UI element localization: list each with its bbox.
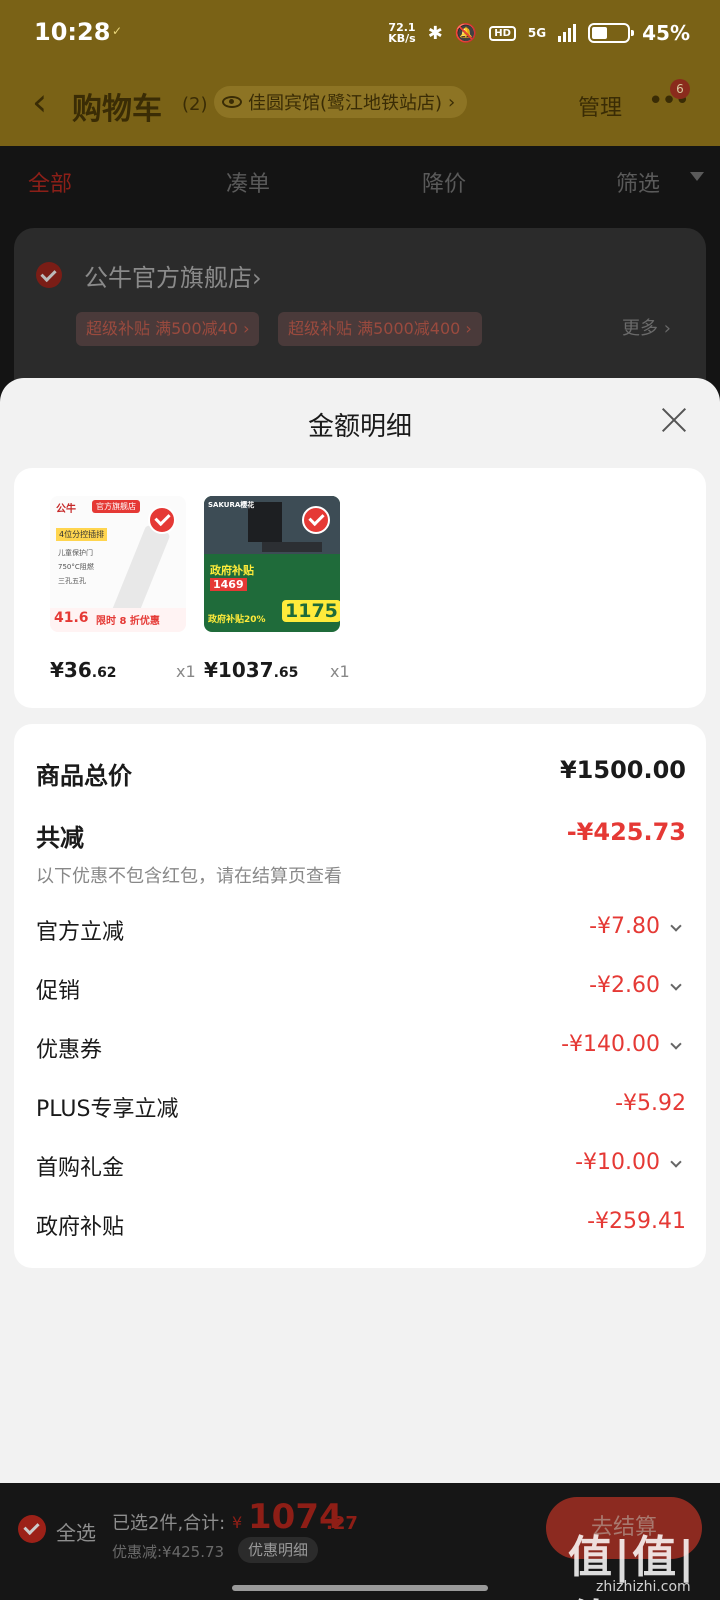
goods-item[interactable]: 公牛 官方旗舰店 4位分控插排 儿童保护门 750°C阻燃 三孔五孔 41.6 …: [50, 496, 202, 682]
discount-row-plus: PLUS专享立减 -¥5.92: [36, 1091, 686, 1122]
cart-count: (2): [182, 94, 208, 115]
item-price: ¥36.62: [50, 658, 117, 682]
selected-summary: 已选2件,合计:: [112, 1513, 226, 1534]
close-icon[interactable]: [660, 406, 688, 434]
total-discount-row: 共减 -¥425.73: [36, 818, 686, 852]
discount-row-first-purchase[interactable]: 首购礼金 -¥10.00: [36, 1150, 686, 1186]
store-name[interactable]: 公牛官方旗舰店›: [84, 258, 262, 293]
filter-icon[interactable]: [690, 172, 704, 181]
chevron-down-icon: [670, 979, 682, 991]
promo-tag[interactable]: 超级补贴 满500减40 ›: [76, 312, 260, 346]
tab-bundle[interactable]: 凑单: [226, 166, 270, 198]
status-icons: 72.1 KB/s ✱ 🔕 HD 5G 45%: [388, 16, 690, 50]
tab-all[interactable]: 全部: [28, 166, 72, 198]
message-badge: 6: [670, 79, 690, 99]
discount-row-promotion[interactable]: 促销 -¥2.60: [36, 973, 686, 1009]
hd-icon: HD: [489, 25, 516, 41]
cart-tabs: 全部 凑单 降价 筛选: [0, 150, 720, 210]
store-more-button[interactable]: 更多 ›: [622, 314, 671, 340]
nav-bar: ‹ 购物车 (2) 佳圆宾馆(鹭江地铁站店) › 管理 ••• 6: [0, 76, 720, 132]
address-selector[interactable]: 佳圆宾馆(鹭江地铁站店) ›: [214, 86, 468, 118]
battery-icon: [588, 23, 635, 43]
mute-icon: 🔕: [454, 22, 478, 44]
chevron-down-icon: [670, 920, 682, 932]
watermark-url: zhizhizhi.com: [596, 1579, 691, 1595]
signal-icon: [558, 24, 577, 42]
manage-button[interactable]: 管理: [578, 90, 622, 122]
goods-card: 公牛 官方旗舰店 4位分控插排 儿童保护门 750°C阻燃 三孔五孔 41.6 …: [14, 468, 706, 708]
select-all-checkbox[interactable]: [18, 1515, 46, 1543]
brand-logo: SAKURA樱花: [208, 501, 255, 509]
network-speed: 72.1 KB/s: [388, 21, 416, 45]
address-text: 佳圆宾馆(鹭江地铁站店): [248, 93, 443, 114]
sale-band: 41.6 限时 8 折优惠: [50, 608, 186, 632]
total-amount-decimal: .27: [326, 1513, 358, 1534]
status-bar: 10:28 ✓ 72.1 KB/s ✱ 🔕 HD 5G 45%: [0, 0, 720, 66]
amount-detail-sheet: 金额明细 公牛 官方旗舰店 4位分控插排 儿童保护门 750°C阻燃 三孔五孔 …: [0, 378, 720, 1483]
discount-summary: 优惠减:¥425.73: [112, 1543, 225, 1561]
product-price-tag: 1469: [210, 578, 247, 591]
header: 10:28 ✓ 72.1 KB/s ✱ 🔕 HD 5G 45% ‹ 购物车 (2…: [0, 0, 720, 146]
store-checkbox[interactable]: [36, 262, 62, 288]
goods-item[interactable]: SAKURA樱花 政府补贴 1469 政府补贴20% 1175 ¥1037.65…: [204, 496, 356, 682]
discount-row-gov-subsidy: 政府补贴 -¥259.41: [36, 1209, 686, 1240]
status-time: 10:28: [34, 18, 111, 46]
select-all-label[interactable]: 全选: [56, 1517, 96, 1546]
item-price: ¥1037.65: [204, 658, 299, 682]
summary-card: 商品总价 ¥1500.00 共减 -¥425.73 以下优惠不包含红包，请在结算…: [14, 724, 706, 1268]
power-strip-graphic: [111, 524, 171, 622]
item-check-icon: [148, 506, 176, 534]
eye-icon: [222, 96, 242, 108]
item-quantity: x1: [330, 662, 350, 681]
promo-tag[interactable]: 超级补贴 满5000减400 ›: [278, 312, 482, 346]
home-indicator[interactable]: [232, 1585, 488, 1591]
battery-percent: 45%: [642, 21, 690, 45]
sheet-title: 金额明细: [307, 412, 412, 442]
chevron-right-icon: ›: [448, 91, 456, 113]
location-icon: ✓: [112, 24, 123, 38]
item-quantity: x1: [176, 662, 196, 681]
store-flag: 官方旗舰店: [92, 500, 140, 513]
goods-total-row: 商品总价 ¥1500.00: [36, 756, 686, 790]
discount-note: 以下优惠不包含红包，请在结算页查看: [36, 866, 342, 887]
item-check-icon: [302, 506, 330, 534]
discount-detail-button[interactable]: 优惠明细: [238, 1537, 319, 1563]
checkout-bar: 全选 已选2件,合计: ¥ 1074 .27 优惠减:¥425.73 优惠明细 …: [0, 1483, 720, 1600]
discount-row-coupon[interactable]: 优惠券 -¥140.00: [36, 1032, 686, 1068]
network-type: 5G: [527, 26, 547, 40]
subsidy-tag: 政府补贴20%: [208, 615, 266, 625]
product-price-tag: 1175: [282, 600, 340, 622]
page-title: 购物车: [72, 92, 162, 127]
chevron-right-icon: ›: [252, 264, 262, 292]
product-tag: 政府补贴: [210, 564, 254, 577]
product-image: 公牛 官方旗舰店 4位分控插排 儿童保护门 750°C阻燃 三孔五孔 41.6 …: [50, 496, 186, 632]
tab-price-drop[interactable]: 降价: [422, 166, 466, 198]
total-currency: ¥: [232, 1513, 243, 1532]
product-image: SAKURA樱花 政府补贴 1469 政府补贴20% 1175: [204, 496, 340, 632]
product-tag: 4位分控插排: [56, 528, 108, 541]
product-features: 儿童保护门 750°C阻燃 三孔五孔: [58, 549, 94, 585]
chevron-left-icon[interactable]: ‹: [32, 82, 47, 122]
tab-filter[interactable]: 筛选: [616, 166, 660, 198]
chevron-down-icon: [670, 1156, 682, 1168]
discount-row-official[interactable]: 官方立减 -¥7.80: [36, 914, 686, 950]
chevron-down-icon: [670, 1038, 682, 1050]
bluetooth-icon: ✱: [427, 22, 443, 44]
brand-logo: 公牛: [56, 504, 76, 515]
